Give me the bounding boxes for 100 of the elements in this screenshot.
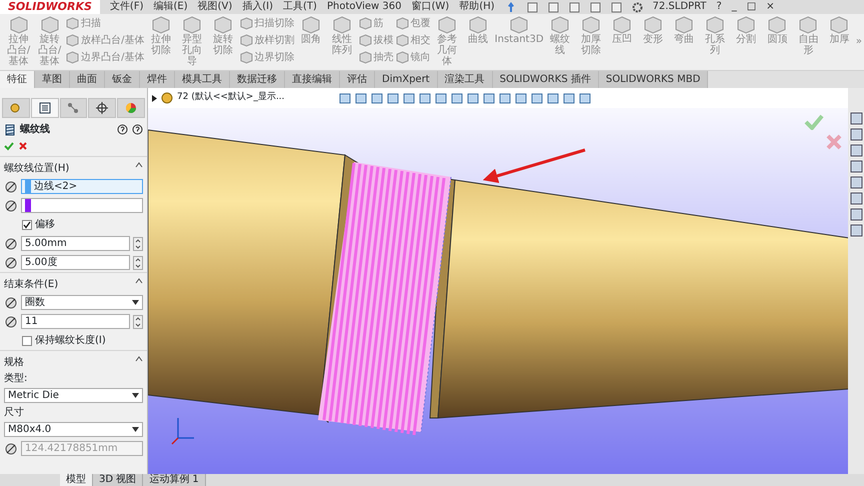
cube-icon[interactable] xyxy=(182,16,201,34)
selection-field[interactable]: 边线<2> xyxy=(21,179,143,194)
ribbon-tab[interactable]: 特征 xyxy=(0,71,35,88)
cube-icon[interactable] xyxy=(510,16,528,34)
panel-tab[interactable] xyxy=(30,98,59,118)
document-tab[interactable]: 运动算例 1 xyxy=(143,474,206,486)
ribbon-tab[interactable]: 曲面 xyxy=(70,71,105,88)
ribbon-tab[interactable]: 评估 xyxy=(340,71,375,88)
cube-icon[interactable] xyxy=(396,34,409,47)
menu-item[interactable]: 帮助(H) xyxy=(459,0,495,14)
cube-icon[interactable] xyxy=(396,51,409,64)
view-toolbar-icon[interactable] xyxy=(466,92,479,104)
cube-icon[interactable] xyxy=(737,16,756,34)
window-control[interactable]: _ xyxy=(732,0,737,14)
view-toolbar-icon[interactable] xyxy=(546,92,559,104)
view-toolbar-icon[interactable] xyxy=(482,92,495,104)
ribbon-tab[interactable]: 渲染工具 xyxy=(438,71,493,88)
cube-icon[interactable] xyxy=(66,17,80,30)
ribbon-tab[interactable]: SOLIDWORKS MBD xyxy=(598,71,708,88)
number-field[interactable]: 11 xyxy=(21,314,130,329)
cube-icon[interactable] xyxy=(799,16,818,34)
cube-icon[interactable] xyxy=(438,16,456,34)
cube-icon[interactable] xyxy=(706,16,724,34)
collapse-icon[interactable] xyxy=(135,355,143,363)
spinner-arrows-icon[interactable] xyxy=(133,236,143,250)
view-toolbar-icon[interactable] xyxy=(530,92,543,104)
cube-icon[interactable] xyxy=(240,17,253,30)
selection-field[interactable] xyxy=(21,198,143,213)
view-toolbar-icon[interactable] xyxy=(578,92,591,104)
cube-icon[interactable] xyxy=(358,34,372,47)
checkbox[interactable] xyxy=(22,336,32,346)
checkbox[interactable] xyxy=(22,220,32,230)
collapse-icon[interactable] xyxy=(135,161,143,169)
cube-icon[interactable] xyxy=(358,17,372,30)
number-field[interactable]: 5.00度 xyxy=(21,255,130,270)
spinner-arrows-icon[interactable] xyxy=(133,314,143,328)
cube-icon[interactable] xyxy=(40,16,59,34)
dropdown[interactable]: M80x4.0 xyxy=(4,422,143,437)
cube-icon[interactable] xyxy=(240,51,253,64)
ribbon-tab[interactable]: 直接编辑 xyxy=(285,71,340,88)
menu-item[interactable]: 工具(T) xyxy=(283,0,317,14)
menu-item[interactable]: 编辑(E) xyxy=(153,0,188,14)
dropdown[interactable]: 圈数 xyxy=(21,295,143,310)
cube-icon[interactable] xyxy=(302,16,320,34)
help-icon[interactable] xyxy=(132,124,143,135)
cube-icon[interactable] xyxy=(551,16,570,34)
close-icon[interactable] xyxy=(18,141,28,151)
cube-icon[interactable] xyxy=(644,16,662,34)
cube-icon[interactable] xyxy=(613,16,632,34)
window-control[interactable]: □ xyxy=(746,0,756,14)
document-tab[interactable]: 3D 视图 xyxy=(93,474,144,486)
cube-icon[interactable] xyxy=(10,16,28,34)
view-toolbar-icon[interactable] xyxy=(562,92,575,104)
cube-icon[interactable] xyxy=(396,17,409,30)
view-toolbar-icon[interactable] xyxy=(514,92,527,104)
cube-icon[interactable] xyxy=(240,34,253,47)
toolbar-icon[interactable] xyxy=(526,2,538,12)
ribbon-tab[interactable]: 钣金 xyxy=(105,71,140,88)
collapse-icon[interactable] xyxy=(135,277,143,285)
view-toolbar-icon[interactable] xyxy=(434,92,447,104)
help-icon[interactable] xyxy=(117,124,128,135)
view-toolbar-icon[interactable] xyxy=(354,92,367,104)
cube-icon[interactable] xyxy=(152,16,170,34)
ribbon-tab[interactable]: 草图 xyxy=(35,71,70,88)
ribbon-tab[interactable]: SOLIDWORKS 插件 xyxy=(492,71,599,88)
confirm-check-icon[interactable] xyxy=(804,114,824,130)
cube-icon[interactable] xyxy=(358,51,372,64)
cube-icon[interactable] xyxy=(333,16,352,34)
cube-icon[interactable] xyxy=(214,16,232,34)
cube-icon[interactable] xyxy=(675,16,694,34)
view-toolbar-icon[interactable] xyxy=(338,92,351,104)
cube-icon[interactable] xyxy=(66,51,80,64)
window-control[interactable]: × xyxy=(766,0,775,14)
menu-item[interactable]: PhotoView 360 xyxy=(326,0,402,14)
menu-item[interactable]: 文件(F) xyxy=(110,0,144,14)
ribbon-tab[interactable]: 数据迁移 xyxy=(230,71,285,88)
view-toolbar-icon[interactable] xyxy=(386,92,399,104)
ribbon-tab[interactable]: 焊件 xyxy=(140,71,175,88)
number-field[interactable]: 5.00mm xyxy=(21,236,130,251)
view-toolbar-icon[interactable] xyxy=(402,92,415,104)
cube-icon[interactable] xyxy=(830,16,848,34)
view-toolbar-icon[interactable] xyxy=(450,92,463,104)
dropdown[interactable]: Metric Die xyxy=(4,388,143,403)
toolbar-icon[interactable] xyxy=(610,2,622,12)
spinner-arrows-icon[interactable] xyxy=(133,256,143,270)
menu-item[interactable]: 窗口(W) xyxy=(411,0,450,14)
view-toolbar-icon[interactable] xyxy=(498,92,511,104)
gear-icon[interactable] xyxy=(632,2,643,12)
window-control[interactable]: ? xyxy=(716,0,722,14)
check-icon[interactable] xyxy=(4,141,14,151)
ribbon-tab[interactable]: DimXpert xyxy=(375,71,438,88)
toolbar-icon[interactable] xyxy=(590,2,601,12)
panel-tab[interactable] xyxy=(88,98,116,118)
cube-icon[interactable] xyxy=(768,16,786,34)
cube-icon[interactable] xyxy=(469,16,488,34)
feature-tree-item[interactable]: 72 (默认<<默认>_显示... xyxy=(177,91,285,105)
ribbon-tab[interactable]: 模具工具 xyxy=(175,71,230,88)
view-toolbar-icon[interactable] xyxy=(418,92,431,104)
view-toolbar-icon[interactable] xyxy=(370,92,383,104)
expand-arrow-icon[interactable] xyxy=(152,94,157,102)
